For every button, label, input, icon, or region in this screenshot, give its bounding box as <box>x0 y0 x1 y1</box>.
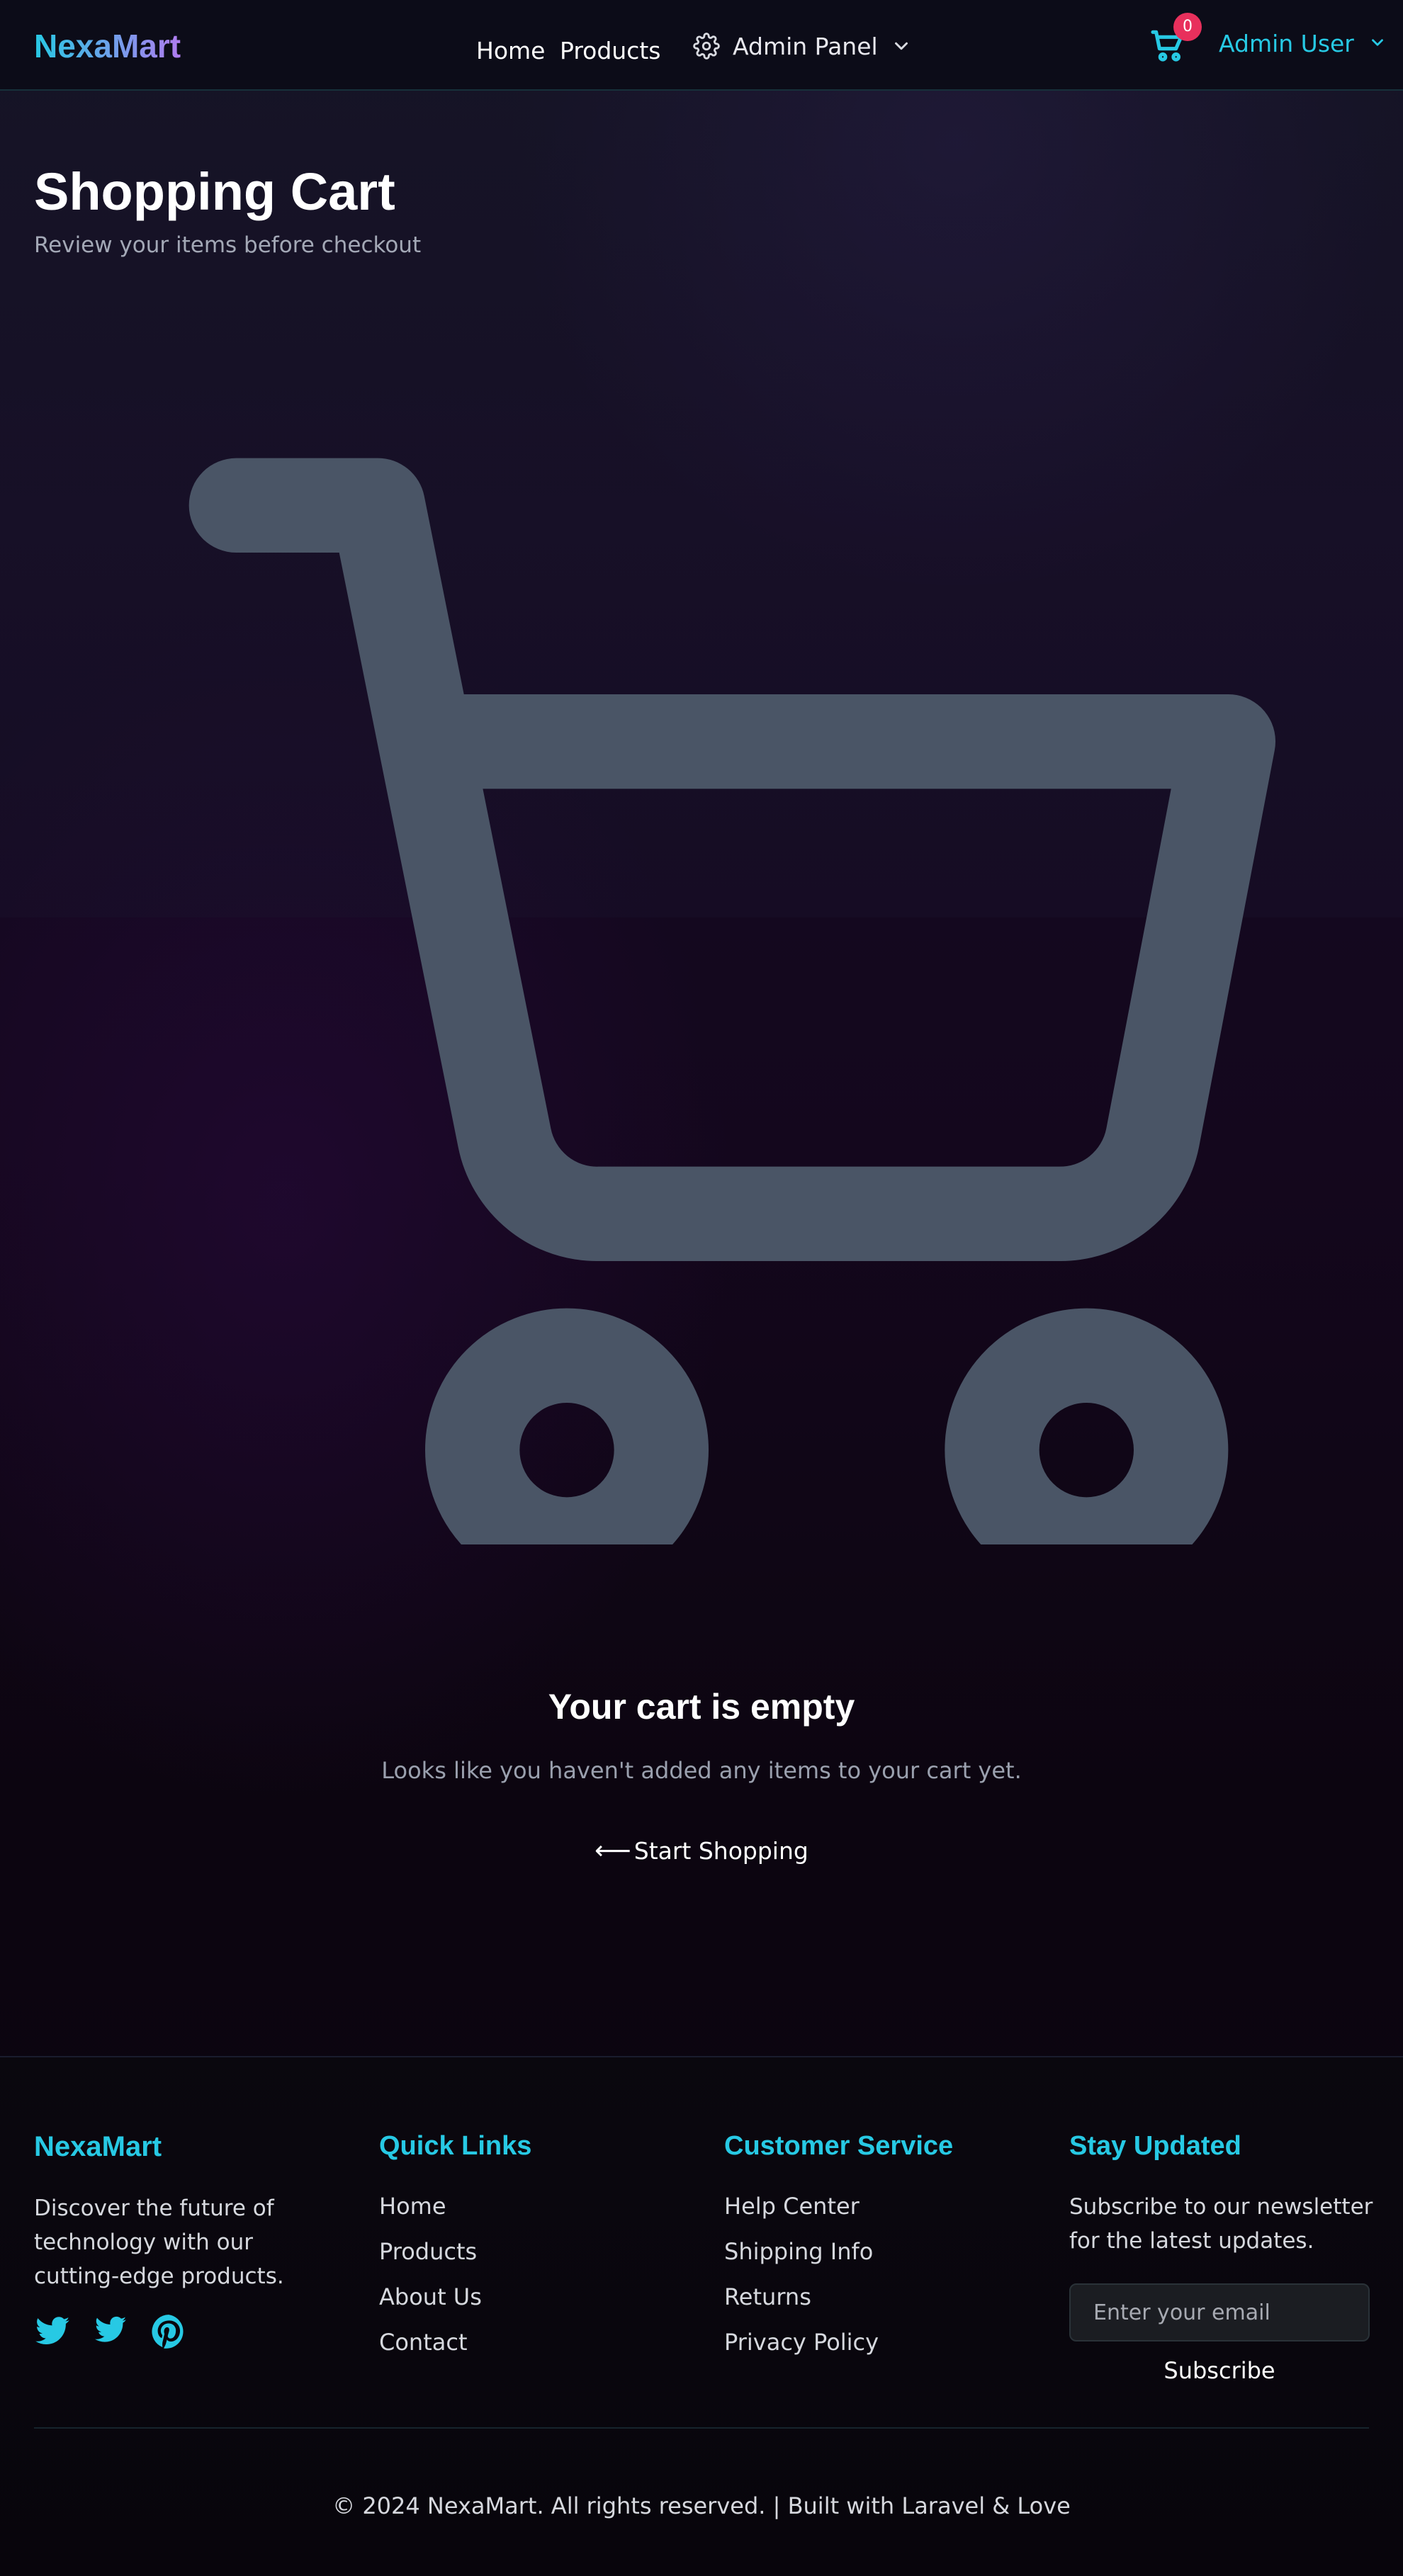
footer-brand: NexaMart <box>34 2131 162 2162</box>
footer-link-contact[interactable]: Contact <box>379 2329 531 2374</box>
top-navbar: NexaMart Home Products Admin Panel 0 Adm… <box>0 0 1403 91</box>
footer-divider <box>34 2427 1369 2429</box>
newsletter-heading: Stay Updated <box>1069 2131 1241 2161</box>
footer-newsletter: Stay Updated Subscribe to our newsletter… <box>1069 2131 1374 2384</box>
nav-products-link[interactable]: Products <box>560 37 661 64</box>
page-subtitle: Review your items before checkout <box>34 232 422 258</box>
user-menu-dropdown[interactable]: Admin User <box>1219 30 1387 57</box>
customer-service-heading: Customer Service <box>724 2131 954 2161</box>
page-title: Shopping Cart <box>34 162 395 221</box>
footer-link-help-center[interactable]: Help Center <box>724 2193 953 2238</box>
footer-customer-service: Customer Service Help Center Shipping In… <box>724 2131 953 2374</box>
cart-icon <box>1148 30 1188 68</box>
twitter-icon[interactable] <box>34 2313 71 2350</box>
brand-logo[interactable]: NexaMart <box>34 27 181 65</box>
twitter-icon[interactable] <box>94 2313 128 2350</box>
footer-link-about[interactable]: About Us <box>379 2283 531 2329</box>
admin-panel-label: Admin Panel <box>733 32 878 60</box>
newsletter-email-input[interactable] <box>1069 2283 1370 2341</box>
footer-link-privacy-policy[interactable]: Privacy Policy <box>724 2329 953 2374</box>
chevron-down-icon <box>891 35 912 57</box>
footer-link-home[interactable]: Home <box>379 2193 531 2238</box>
cart-count-badge: 0 <box>1173 13 1202 41</box>
user-name: Admin User <box>1219 30 1354 57</box>
footer-quick-links: Quick Links Home Products About Us Conta… <box>379 2131 531 2374</box>
admin-panel-dropdown[interactable]: Admin Panel <box>693 28 912 64</box>
empty-cart-message: Looks like you haven't added any items t… <box>381 1757 1022 1784</box>
quick-links-heading: Quick Links <box>379 2131 532 2161</box>
empty-cart-title: Your cart is empty <box>548 1687 855 1727</box>
chevron-down-icon <box>1368 30 1387 57</box>
copyright-text: © 2024 NexaMart. All rights reserved. | … <box>332 2492 1071 2519</box>
footer-link-shipping-info[interactable]: Shipping Info <box>724 2238 953 2283</box>
social-links <box>34 2313 332 2350</box>
footer-link-products[interactable]: Products <box>379 2238 531 2283</box>
nav-home-link[interactable]: Home <box>476 37 545 64</box>
shopping-cart-icon <box>142 411 1276 1592</box>
gear-icon <box>693 33 720 60</box>
footer-link-returns[interactable]: Returns <box>724 2283 953 2329</box>
start-shopping-label: Start Shopping <box>633 1837 808 1865</box>
site-footer: NexaMart Discover the future of technolo… <box>0 2056 1403 2576</box>
start-shopping-button[interactable]: ⟵ Start Shopping <box>0 1836 1403 1865</box>
newsletter-text: Subscribe to our newsletter for the late… <box>1069 2194 1373 2254</box>
subscribe-button[interactable]: Subscribe <box>1069 2357 1370 2384</box>
arrow-left-icon: ⟵ <box>595 1836 631 1865</box>
pinterest-icon[interactable] <box>150 2313 187 2350</box>
footer-brand-column: NexaMart Discover the future of technolo… <box>34 2131 332 2350</box>
footer-description: Discover the future of technology with o… <box>34 2196 284 2289</box>
